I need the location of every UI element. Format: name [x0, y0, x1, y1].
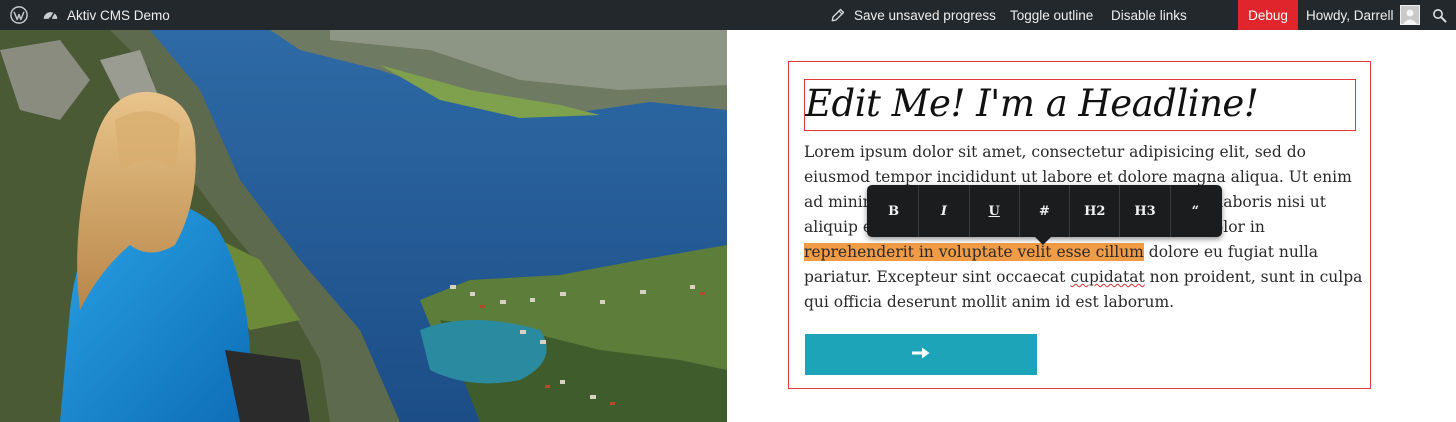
quote-button[interactable]: “ — [1171, 185, 1220, 237]
pencil-icon — [830, 8, 845, 23]
hero-image — [0, 30, 727, 422]
cta-button[interactable] — [805, 334, 1037, 375]
bold-button[interactable]: B — [869, 185, 920, 237]
heading2-button[interactable]: H2 — [1070, 185, 1121, 237]
user-greeting: Howdy, Darrell — [1306, 7, 1394, 23]
save-progress-button[interactable]: Save unsaved progress — [830, 0, 996, 30]
debug-button[interactable]: Debug — [1238, 0, 1298, 30]
selected-text[interactable]: reprehenderit in voluptate velit esse ci… — [804, 243, 1144, 261]
italic-button[interactable]: I — [919, 185, 970, 237]
avatar — [1399, 5, 1420, 25]
site-menu[interactable]: Aktiv CMS Demo — [42, 0, 170, 30]
site-name: Aktiv CMS Demo — [67, 7, 170, 23]
arrow-right-icon — [911, 344, 931, 365]
misspelled-word: cupidatat — [1070, 268, 1145, 286]
heading3-button[interactable]: H3 — [1120, 185, 1171, 237]
dashboard-gauge-icon — [42, 7, 59, 24]
page-headline[interactable]: Edit Me! I'm a Headline! — [804, 79, 1356, 131]
wordpress-logo-icon[interactable] — [10, 0, 30, 30]
format-toolbar: B I U # H2 H3 “ — [867, 185, 1222, 245]
link-button[interactable]: # — [1020, 185, 1071, 237]
admin-bar: Aktiv CMS Demo Save unsaved progress Tog… — [0, 0, 1456, 30]
toggle-outline-button[interactable]: Toggle outline — [1010, 0, 1093, 30]
toggle-outline-label: Toggle outline — [1010, 7, 1094, 23]
debug-label: Debug — [1248, 7, 1288, 23]
user-menu[interactable]: Howdy, Darrell — [1306, 0, 1420, 30]
search-icon[interactable] — [1432, 0, 1447, 30]
save-progress-label: Save unsaved progress — [854, 7, 996, 23]
disable-links-label: Disable links — [1111, 7, 1187, 23]
disable-links-button[interactable]: Disable links — [1111, 0, 1187, 30]
underline-button[interactable]: U — [970, 185, 1020, 237]
